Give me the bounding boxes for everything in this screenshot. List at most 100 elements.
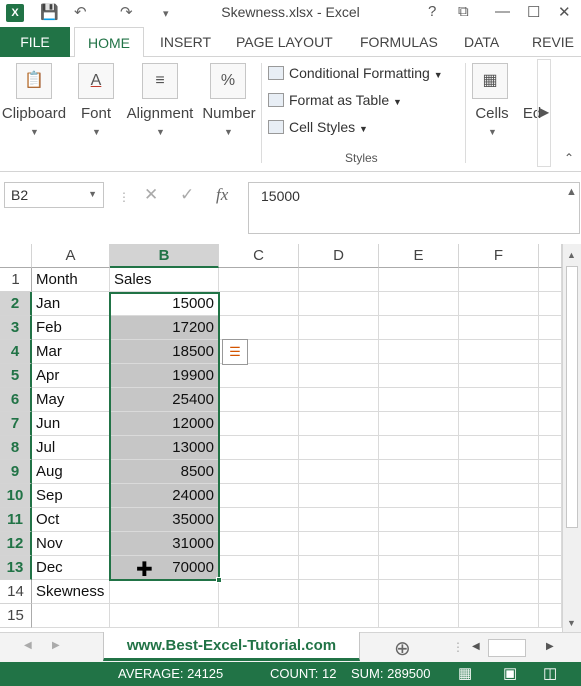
- cell-a10[interactable]: Sep: [32, 484, 110, 508]
- cell[interactable]: [459, 412, 539, 436]
- cell[interactable]: [539, 292, 562, 316]
- cell-b5[interactable]: 19900: [110, 364, 219, 388]
- cell-b9[interactable]: 8500: [110, 460, 219, 484]
- cell[interactable]: [219, 556, 299, 580]
- cell-a5[interactable]: Apr: [32, 364, 110, 388]
- cell[interactable]: [219, 508, 299, 532]
- alignment-label[interactable]: Alignment: [124, 105, 196, 122]
- row-header[interactable]: 6: [0, 388, 32, 412]
- cell[interactable]: [539, 580, 562, 604]
- page-layout-view-icon[interactable]: ▣: [503, 664, 517, 682]
- chevron-down-icon[interactable]: ▼: [156, 127, 165, 137]
- row-header[interactable]: 11: [0, 508, 32, 532]
- cell[interactable]: [219, 580, 299, 604]
- cell[interactable]: [459, 532, 539, 556]
- row-header[interactable]: 2: [0, 292, 32, 316]
- alignment-icon[interactable]: ≡: [142, 63, 178, 99]
- cell[interactable]: [379, 268, 459, 292]
- cell[interactable]: [299, 604, 379, 628]
- scroll-thumb[interactable]: [566, 266, 578, 528]
- vertical-scrollbar[interactable]: ▲ ▼: [562, 244, 581, 632]
- cell[interactable]: [299, 484, 379, 508]
- tab-review[interactable]: REVIE: [532, 34, 574, 50]
- cell[interactable]: [219, 268, 299, 292]
- cell[interactable]: [299, 508, 379, 532]
- cell-b3[interactable]: 17200: [110, 316, 219, 340]
- cell-a8[interactable]: Jul: [32, 436, 110, 460]
- cell[interactable]: [219, 604, 299, 628]
- formula-input[interactable]: 15000: [248, 182, 580, 234]
- cell-b12[interactable]: 31000: [110, 532, 219, 556]
- cell-styles-button[interactable]: Cell Styles ▼: [268, 119, 368, 135]
- cell[interactable]: [539, 316, 562, 340]
- hscroll-left-icon[interactable]: ◀: [472, 641, 480, 652]
- cell[interactable]: [539, 388, 562, 412]
- number-format-icon[interactable]: %: [210, 63, 246, 99]
- cell[interactable]: [459, 268, 539, 292]
- cell-b7[interactable]: 12000: [110, 412, 219, 436]
- cell-a12[interactable]: Nov: [32, 532, 110, 556]
- expand-formula-bar-icon[interactable]: ▲: [566, 186, 577, 198]
- cell-b4[interactable]: 18500: [110, 340, 219, 364]
- font-icon[interactable]: A: [78, 63, 114, 99]
- cell[interactable]: [379, 436, 459, 460]
- cell-a7[interactable]: Jun: [32, 412, 110, 436]
- cell[interactable]: [219, 364, 299, 388]
- tab-file[interactable]: FILE: [0, 27, 70, 57]
- cell[interactable]: [459, 364, 539, 388]
- cell[interactable]: [219, 436, 299, 460]
- cell[interactable]: [539, 508, 562, 532]
- format-as-table-button[interactable]: Format as Table ▼: [268, 92, 402, 108]
- new-sheet-icon[interactable]: ⊕: [394, 636, 411, 661]
- cell[interactable]: [219, 412, 299, 436]
- scroll-down-icon[interactable]: ▼: [567, 618, 576, 628]
- tab-data[interactable]: DATA: [464, 34, 499, 50]
- row-header[interactable]: 1: [0, 268, 32, 292]
- cell[interactable]: [539, 436, 562, 460]
- clipboard-icon[interactable]: 📋: [16, 63, 52, 99]
- tab-page-layout[interactable]: PAGE LAYOUT: [236, 34, 333, 50]
- cell[interactable]: [299, 388, 379, 412]
- row-header[interactable]: 4: [0, 340, 32, 364]
- row-header[interactable]: 3: [0, 316, 32, 340]
- cell[interactable]: [299, 556, 379, 580]
- cancel-icon[interactable]: ✕: [144, 185, 158, 205]
- collapse-ribbon-icon[interactable]: ⌃: [564, 151, 574, 165]
- cell[interactable]: [299, 292, 379, 316]
- cell[interactable]: [539, 556, 562, 580]
- cell[interactable]: [299, 580, 379, 604]
- cell[interactable]: [459, 340, 539, 364]
- row-header[interactable]: 8: [0, 436, 32, 460]
- chevron-down-icon[interactable]: ▼: [224, 127, 233, 137]
- close-icon[interactable]: ✕: [558, 3, 571, 21]
- tab-formulas[interactable]: FORMULAS: [360, 34, 438, 50]
- cell-b13[interactable]: 70000: [110, 556, 219, 580]
- conditional-formatting-button[interactable]: Conditional Formatting ▼: [268, 65, 443, 81]
- row-header[interactable]: 9: [0, 460, 32, 484]
- ribbon-display-options-icon[interactable]: ⧉: [458, 3, 469, 20]
- fill-handle[interactable]: [216, 577, 222, 583]
- cell[interactable]: [299, 532, 379, 556]
- cell[interactable]: [459, 292, 539, 316]
- cell[interactable]: [299, 436, 379, 460]
- cells-icon[interactable]: ▦: [472, 63, 508, 99]
- hscroll-thumb[interactable]: [488, 639, 526, 657]
- cell-a4[interactable]: Mar: [32, 340, 110, 364]
- chevron-down-icon[interactable]: ▼: [30, 127, 39, 137]
- scroll-up-icon[interactable]: ▲: [567, 250, 576, 260]
- clipboard-label[interactable]: Clipboard: [0, 105, 68, 122]
- cell[interactable]: [299, 412, 379, 436]
- cell[interactable]: [459, 316, 539, 340]
- cell[interactable]: [459, 436, 539, 460]
- cell[interactable]: [219, 292, 299, 316]
- cell[interactable]: [379, 532, 459, 556]
- row-header[interactable]: 7: [0, 412, 32, 436]
- cell[interactable]: [219, 316, 299, 340]
- cell[interactable]: [219, 460, 299, 484]
- hscroll-right-icon[interactable]: ▶: [546, 641, 554, 652]
- number-label[interactable]: Number: [198, 105, 260, 122]
- normal-view-icon[interactable]: ▦: [458, 664, 472, 682]
- cell-a14[interactable]: Skewness: [32, 580, 110, 604]
- cell[interactable]: [379, 460, 459, 484]
- cell[interactable]: [539, 412, 562, 436]
